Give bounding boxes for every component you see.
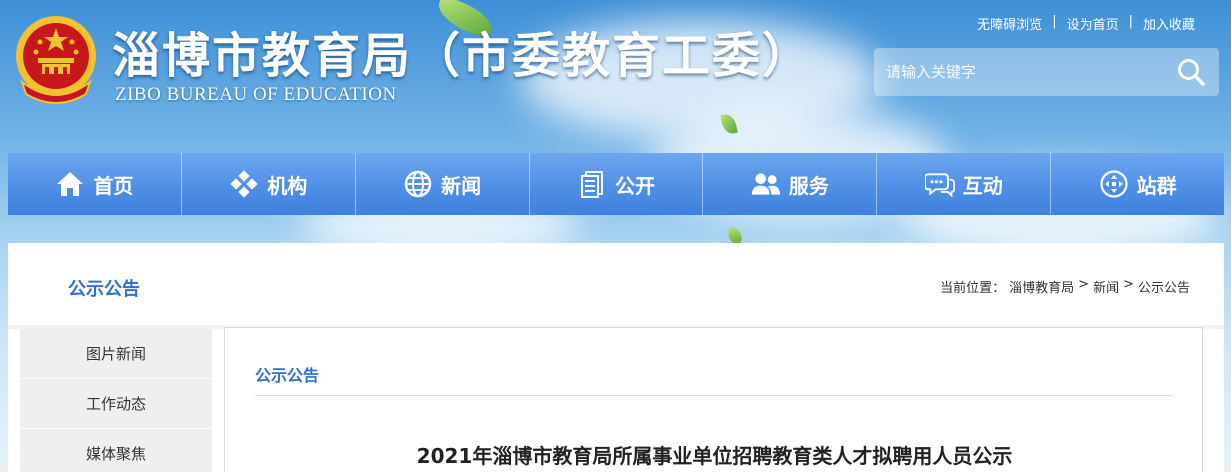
breadcrumb-item-home[interactable]: 淄博教育局 <box>1009 277 1074 296</box>
nav-label: 服务 <box>788 173 829 198</box>
nav-label: 机构 <box>267 173 308 198</box>
content-title: 公示公告 <box>255 366 320 385</box>
document-icon <box>581 171 603 198</box>
nav-item-sites[interactable]: 站群 <box>1051 153 1224 215</box>
nav-label: 首页 <box>93 173 134 198</box>
nav-label: 互动 <box>962 173 1003 198</box>
nav-label: 新闻 <box>441 173 482 198</box>
accessibility-link[interactable]: 无障碍浏览 <box>967 14 1052 33</box>
national-emblem-icon <box>12 12 100 108</box>
add-favorite-link[interactable]: 加入收藏 <box>1133 14 1205 33</box>
sidebar: 图片新闻 工作动态 媒体聚焦 <box>20 329 212 472</box>
content-panel: 公示公告 当前位置： 淄博教育局 > 新闻 > 公示公告 图片新闻 工作动态 媒… <box>8 243 1224 472</box>
breadcrumb-item-news[interactable]: 新闻 <box>1093 277 1119 296</box>
home-icon <box>57 172 84 196</box>
site-title: 淄博市教育局（市委教育工委） <box>112 28 813 84</box>
breadcrumb-separator: > <box>1078 277 1090 292</box>
users-icon <box>751 173 780 195</box>
main-nav: 首页 机构 新闻 公开 服务 互动 站群 <box>8 153 1224 215</box>
breadcrumb: 当前位置： 淄博教育局 > 新闻 > 公示公告 <box>940 277 1190 296</box>
sitemap-icon <box>1099 170 1128 198</box>
divider <box>255 395 1172 396</box>
nav-item-interaction[interactable]: 互动 <box>877 153 1052 215</box>
nav-item-public[interactable]: 公开 <box>530 153 704 215</box>
globe-icon <box>404 170 432 198</box>
nav-label: 公开 <box>615 173 655 198</box>
section-title: 公示公告 <box>68 279 140 300</box>
search-icon <box>1178 59 1205 86</box>
main-content: 公示公告 2021年淄博市教育局所属事业单位招聘教育类人才拟聘用人员公示 <box>224 327 1203 472</box>
top-links: 无障碍浏览 | 设为首页 | 加入收藏 <box>967 14 1205 33</box>
org-icon <box>230 170 258 198</box>
search-box <box>874 48 1219 96</box>
search-button[interactable] <box>1163 48 1219 96</box>
nav-item-organization[interactable]: 机构 <box>182 153 356 215</box>
breadcrumb-prefix: 当前位置： <box>940 281 1006 296</box>
nav-label: 站群 <box>1136 173 1177 198</box>
nav-item-services[interactable]: 服务 <box>703 153 878 215</box>
search-input[interactable] <box>874 48 1163 96</box>
article-title: 2021年淄博市教育局所属事业单位招聘教育类人才拟聘用人员公示 <box>416 444 1013 468</box>
sidebar-item-work-updates[interactable]: 工作动态 <box>20 379 212 429</box>
sidebar-item-media-focus[interactable]: 媒体聚焦 <box>20 429 212 472</box>
set-homepage-link[interactable]: 设为首页 <box>1057 14 1129 33</box>
nav-item-home[interactable]: 首页 <box>8 153 182 215</box>
chat-icon <box>924 173 955 198</box>
breadcrumb-separator: > <box>1123 277 1134 292</box>
nav-item-news[interactable]: 新闻 <box>356 153 530 215</box>
sidebar-item-photo-news[interactable]: 图片新闻 <box>20 329 212 379</box>
site-subtitle: ZIBO BUREAU OF EDUCATION <box>115 84 397 105</box>
breadcrumb-item-notices[interactable]: 公示公告 <box>1138 277 1190 296</box>
